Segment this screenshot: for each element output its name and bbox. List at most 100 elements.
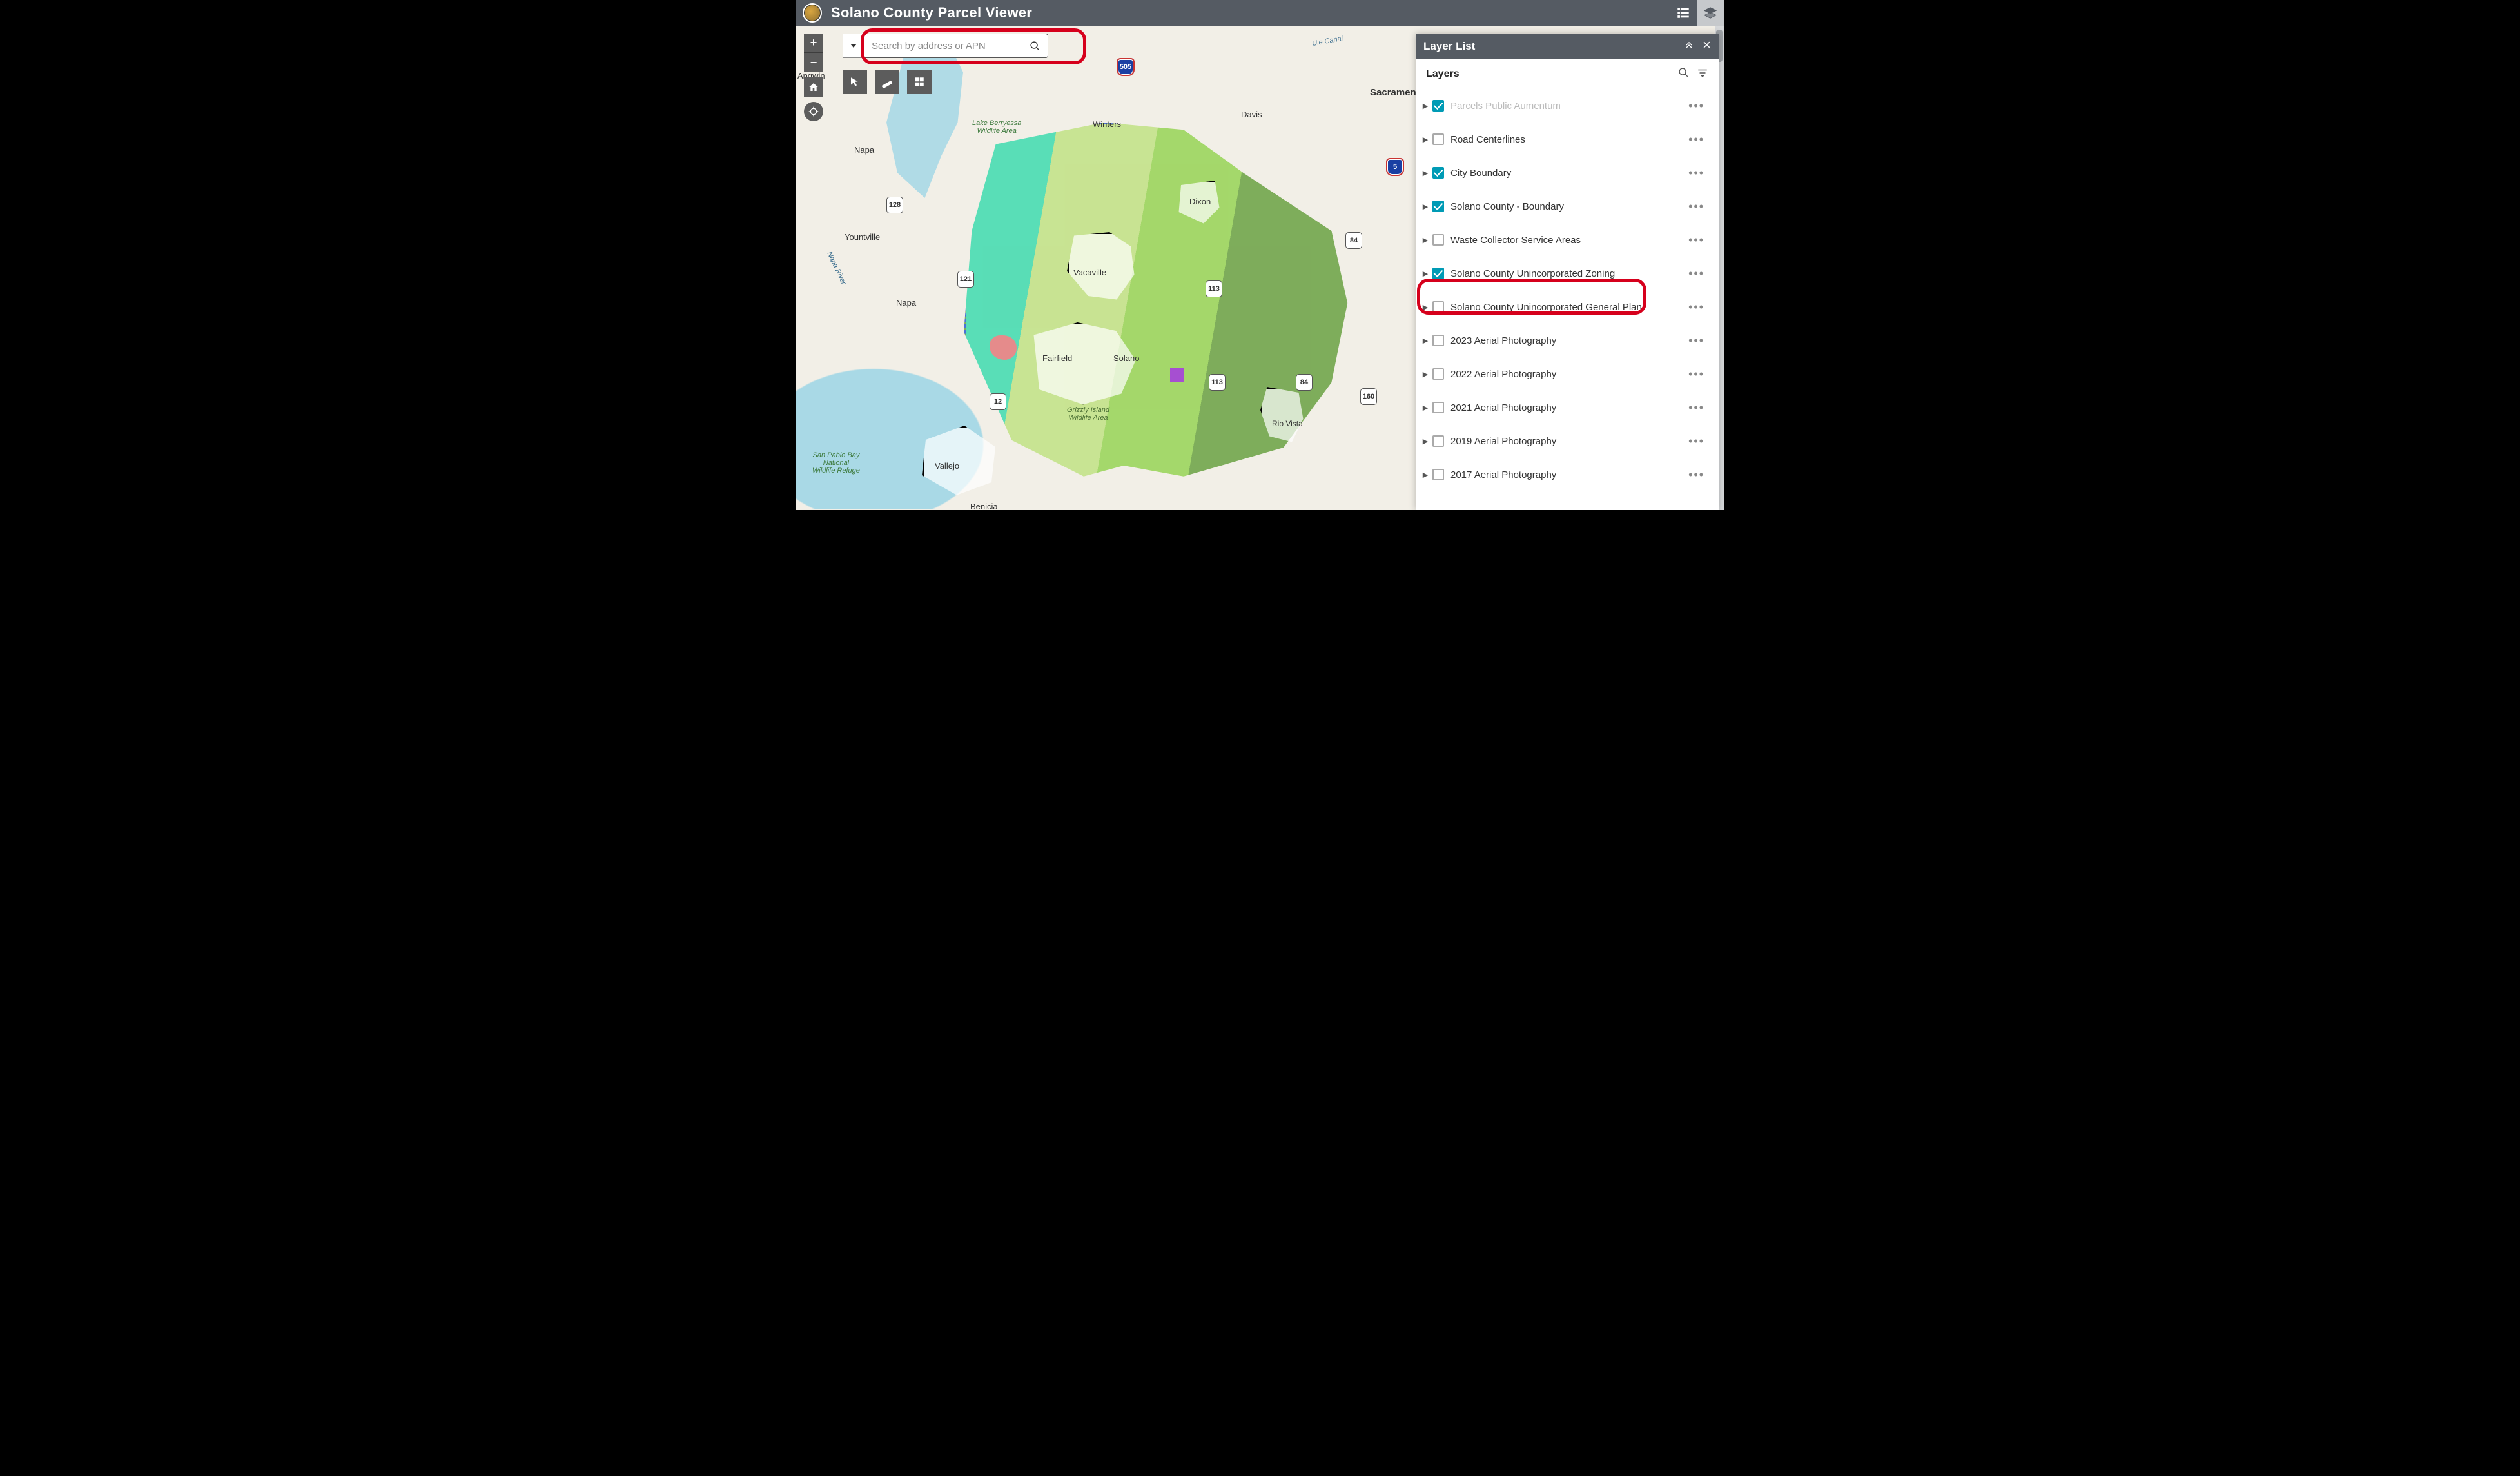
layer-visibility-checkbox[interactable] <box>1432 469 1444 480</box>
layer-expand-caret[interactable]: ▶ <box>1421 370 1430 379</box>
layer-label[interactable]: Solano County Unincorporated General Pla… <box>1450 302 1688 313</box>
layer-visibility-checkbox[interactable] <box>1432 301 1444 313</box>
layer-row: ▶ 2019 Aerial Photography••• <box>1416 424 1715 458</box>
layers-search-button[interactable] <box>1678 67 1689 82</box>
layer-visibility-checkbox[interactable] <box>1432 435 1444 447</box>
zoom-out-button[interactable]: − <box>804 53 823 72</box>
layer-more-button[interactable]: ••• <box>1688 233 1707 247</box>
layer-visibility-checkbox[interactable] <box>1432 368 1444 380</box>
zoom-controls: + − <box>804 34 823 121</box>
locate-me-button[interactable] <box>804 102 823 121</box>
layer-label[interactable]: Parcels Public Aumentum <box>1450 101 1688 112</box>
layer-label[interactable]: 2023 Aerial Photography <box>1450 335 1688 346</box>
layer-more-button[interactable]: ••• <box>1688 166 1707 180</box>
map-label: Yountville <box>845 232 880 242</box>
layer-visibility-checkbox[interactable] <box>1432 402 1444 413</box>
park-label: Lake Berryessa Wildlife Area <box>972 119 1021 135</box>
zoning-patch <box>990 335 1017 360</box>
map-label: Vallejo <box>935 461 959 471</box>
search-submit-button[interactable] <box>1022 34 1048 57</box>
layer-expand-caret[interactable]: ▶ <box>1421 404 1430 412</box>
layer-visibility-checkbox[interactable] <box>1432 268 1444 279</box>
legend-button[interactable] <box>1670 0 1697 26</box>
layer-expand-caret[interactable]: ▶ <box>1421 236 1430 244</box>
panel-collapse-button[interactable] <box>1685 41 1694 52</box>
layer-list-toggle-button[interactable] <box>1697 0 1724 26</box>
layer-label[interactable]: 2022 Aerial Photography <box>1450 369 1688 380</box>
layer-more-button[interactable]: ••• <box>1688 99 1707 113</box>
caret-down-icon <box>850 43 857 49</box>
hwy-shield: 160 <box>1360 388 1377 405</box>
layer-more-button[interactable]: ••• <box>1688 200 1707 213</box>
basemap-gallery-button[interactable] <box>907 70 932 94</box>
layers-options-button[interactable] <box>1697 67 1708 82</box>
layer-expand-caret[interactable]: ▶ <box>1421 303 1430 311</box>
layer-label[interactable]: Solano County - Boundary <box>1450 201 1688 212</box>
panel-close-button[interactable] <box>1703 41 1711 52</box>
layer-more-button[interactable]: ••• <box>1688 368 1707 381</box>
map-label: Fairfield <box>1042 353 1072 363</box>
layer-row: ▶ Parcels Public Aumentum••• <box>1416 89 1715 123</box>
layer-label[interactable]: Solano County Unincorporated Zoning <box>1450 268 1688 279</box>
map-label: Vacaville <box>1073 268 1106 277</box>
layer-more-button[interactable]: ••• <box>1688 267 1707 280</box>
layer-expand-caret[interactable]: ▶ <box>1421 135 1430 144</box>
grid-icon <box>913 76 925 88</box>
layer-label[interactable]: 2017 Aerial Photography <box>1450 469 1688 480</box>
layer-visibility-checkbox[interactable] <box>1432 234 1444 246</box>
ruler-icon <box>881 75 894 88</box>
layer-more-button[interactable]: ••• <box>1688 468 1707 482</box>
layer-expand-caret[interactable]: ▶ <box>1421 437 1430 446</box>
header-actions <box>1670 0 1724 26</box>
layer-expand-caret[interactable]: ▶ <box>1421 202 1430 211</box>
zoom-in-button[interactable]: + <box>804 34 823 53</box>
map-label: Napa <box>896 298 916 308</box>
measure-tool-button[interactable] <box>875 70 899 94</box>
layer-label[interactable]: 2019 Aerial Photography <box>1450 436 1688 447</box>
map-label: Davis <box>1241 110 1262 119</box>
layer-expand-caret[interactable]: ▶ <box>1421 270 1430 278</box>
layer-more-button[interactable]: ••• <box>1688 401 1707 415</box>
layer-expand-caret[interactable]: ▶ <box>1421 471 1430 479</box>
hwy-shield: 84 <box>1345 232 1362 249</box>
layer-label[interactable]: Waste Collector Service Areas <box>1450 235 1688 246</box>
home-icon <box>808 82 819 92</box>
layer-label[interactable]: 2021 Aerial Photography <box>1450 402 1688 413</box>
county-zoning-overlay <box>964 123 1363 484</box>
canal-label: Ule Canal <box>1311 35 1343 48</box>
panel-header-actions <box>1685 41 1711 52</box>
cursor-icon <box>849 76 861 88</box>
layer-label[interactable]: Road Centerlines <box>1450 134 1688 145</box>
layer-row: ▶ 2022 Aerial Photography••• <box>1416 357 1715 391</box>
app-root: Solano County Parcel Viewer Angwin Napa … <box>796 0 1724 510</box>
app-title: Solano County Parcel Viewer <box>831 5 1032 21</box>
layer-more-button[interactable]: ••• <box>1688 435 1707 448</box>
layer-visibility-checkbox[interactable] <box>1432 167 1444 179</box>
layer-visibility-checkbox[interactable] <box>1432 100 1444 112</box>
layers-icon <box>1703 6 1717 20</box>
layer-more-button[interactable]: ••• <box>1688 334 1707 348</box>
layer-more-button[interactable]: ••• <box>1688 133 1707 146</box>
layer-visibility-checkbox[interactable] <box>1432 201 1444 212</box>
layer-row: ▶ 2017 Aerial Photography••• <box>1416 458 1715 491</box>
hwy-shield: 113 <box>1209 374 1226 391</box>
search-input[interactable] <box>864 34 1022 57</box>
list-icon <box>1676 6 1690 20</box>
search-icon <box>1030 41 1040 52</box>
layer-list[interactable]: ▶Parcels Public Aumentum•••▶Road Centerl… <box>1416 89 1719 510</box>
layer-expand-caret[interactable]: ▶ <box>1421 102 1430 110</box>
search-bar <box>843 34 1048 58</box>
layer-visibility-checkbox[interactable] <box>1432 335 1444 346</box>
home-extent-button[interactable] <box>804 77 823 97</box>
map-label: Napa <box>854 145 874 155</box>
search-source-dropdown[interactable] <box>843 34 863 58</box>
layer-expand-caret[interactable]: ▶ <box>1421 337 1430 345</box>
layer-expand-caret[interactable]: ▶ <box>1421 169 1430 177</box>
layer-more-button[interactable]: ••• <box>1688 300 1707 314</box>
layer-visibility-checkbox[interactable] <box>1432 133 1444 145</box>
select-tool-button[interactable] <box>843 70 867 94</box>
layer-label[interactable]: City Boundary <box>1450 168 1688 179</box>
hwy-shield: 113 <box>1206 280 1222 297</box>
layer-row: ▶ Solano County Unincorporated General Pl… <box>1416 290 1715 324</box>
map-label: Rio Vista <box>1272 419 1303 428</box>
